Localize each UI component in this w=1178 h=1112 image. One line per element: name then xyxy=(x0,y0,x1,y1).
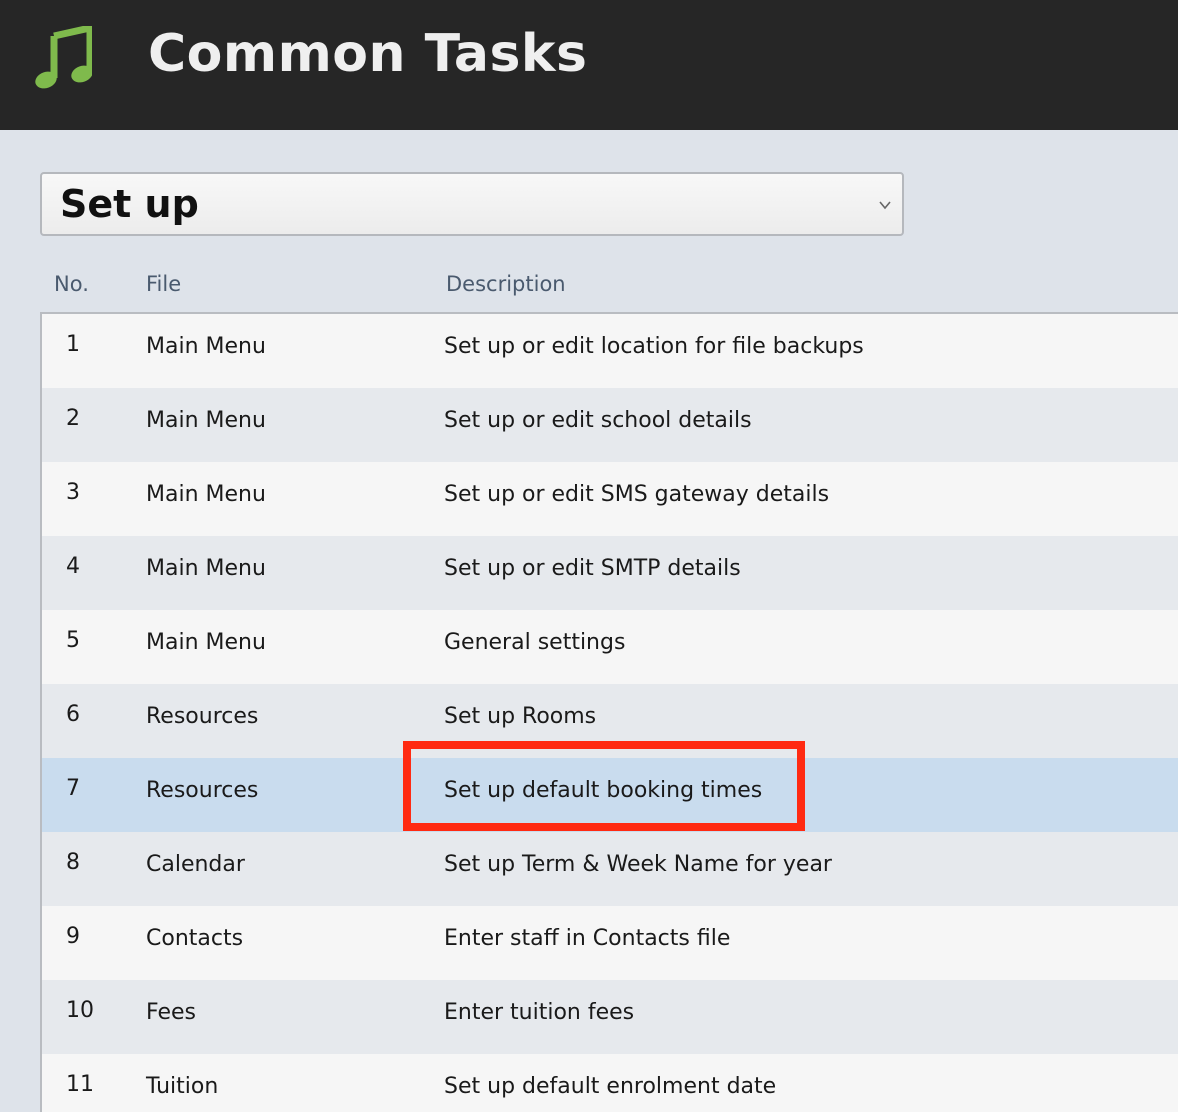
table-row[interactable]: 10 Fees Enter tuition fees xyxy=(42,980,1178,1054)
page-title: Common Tasks xyxy=(148,24,588,84)
row-file: Main Menu xyxy=(146,408,266,433)
row-number: 6 xyxy=(66,702,80,727)
row-file: Tuition xyxy=(146,1074,219,1099)
row-number: 9 xyxy=(66,924,80,949)
table-row[interactable]: 6 Resources Set up Rooms xyxy=(42,684,1178,758)
column-header-no[interactable]: No. xyxy=(54,272,89,296)
row-number: 10 xyxy=(66,998,94,1023)
row-file: Main Menu xyxy=(146,334,266,359)
row-number: 3 xyxy=(66,480,80,505)
category-select[interactable]: Set up xyxy=(40,172,904,236)
row-file: Resources xyxy=(146,778,259,803)
row-description: Set up default enrolment date xyxy=(444,1074,777,1099)
row-file: Contacts xyxy=(146,926,244,951)
table-row[interactable]: 2 Main Menu Set up or edit school details xyxy=(42,388,1178,462)
row-description: Set up default booking times xyxy=(444,778,763,803)
table-row[interactable]: 7 Resources Set up default booking times xyxy=(42,758,1178,832)
row-file: Resources xyxy=(146,704,259,729)
table-row[interactable]: 5 Main Menu General settings xyxy=(42,610,1178,684)
tasks-table: 1 Main Menu Set up or edit location for fi… xyxy=(40,312,1178,1112)
column-header-file[interactable]: File xyxy=(146,272,181,296)
row-description: Set up or edit SMS gateway details xyxy=(444,482,830,507)
row-number: 2 xyxy=(66,406,80,431)
row-description: Enter staff in Contacts file xyxy=(444,926,731,951)
row-number: 7 xyxy=(66,776,80,801)
row-file: Main Menu xyxy=(146,556,266,581)
column-header-description[interactable]: Description xyxy=(446,272,566,296)
row-description: Set up or edit location for file backups xyxy=(444,334,864,359)
row-number: 4 xyxy=(66,554,80,579)
row-number: 5 xyxy=(66,628,80,653)
table-row[interactable]: 1 Main Menu Set up or edit location for fi… xyxy=(42,314,1178,388)
row-description: Enter tuition fees xyxy=(444,1000,635,1025)
music-note-icon xyxy=(35,26,92,89)
row-file: Main Menu xyxy=(146,630,266,655)
row-file: Fees xyxy=(146,1000,196,1025)
row-description: General settings xyxy=(444,630,626,655)
row-description: Set up Rooms xyxy=(444,704,597,729)
row-description: Set up or edit SMTP details xyxy=(444,556,741,581)
row-number: 8 xyxy=(66,850,80,875)
table-row[interactable]: 11 Tuition Set up default enrolment date xyxy=(42,1054,1178,1112)
category-select-value: Set up xyxy=(60,182,199,226)
row-number: 11 xyxy=(66,1072,94,1097)
table-row[interactable]: 8 Calendar Set up Term & Week Name for yea… xyxy=(42,832,1178,906)
table-row[interactable]: 3 Main Menu Set up or edit SMS gateway det… xyxy=(42,462,1178,536)
row-description: Set up Term & Week Name for year xyxy=(444,852,832,877)
table-row[interactable]: 9 Contacts Enter staff in Contacts file xyxy=(42,906,1178,980)
app-header: Common Tasks xyxy=(0,0,1178,130)
chevron-down-icon xyxy=(879,201,891,210)
row-number: 1 xyxy=(66,332,80,357)
table-row[interactable]: 4 Main Menu Set up or edit SMTP details xyxy=(42,536,1178,610)
row-file: Calendar xyxy=(146,852,245,877)
row-description: Set up or edit school details xyxy=(444,408,752,433)
row-file: Main Menu xyxy=(146,482,266,507)
